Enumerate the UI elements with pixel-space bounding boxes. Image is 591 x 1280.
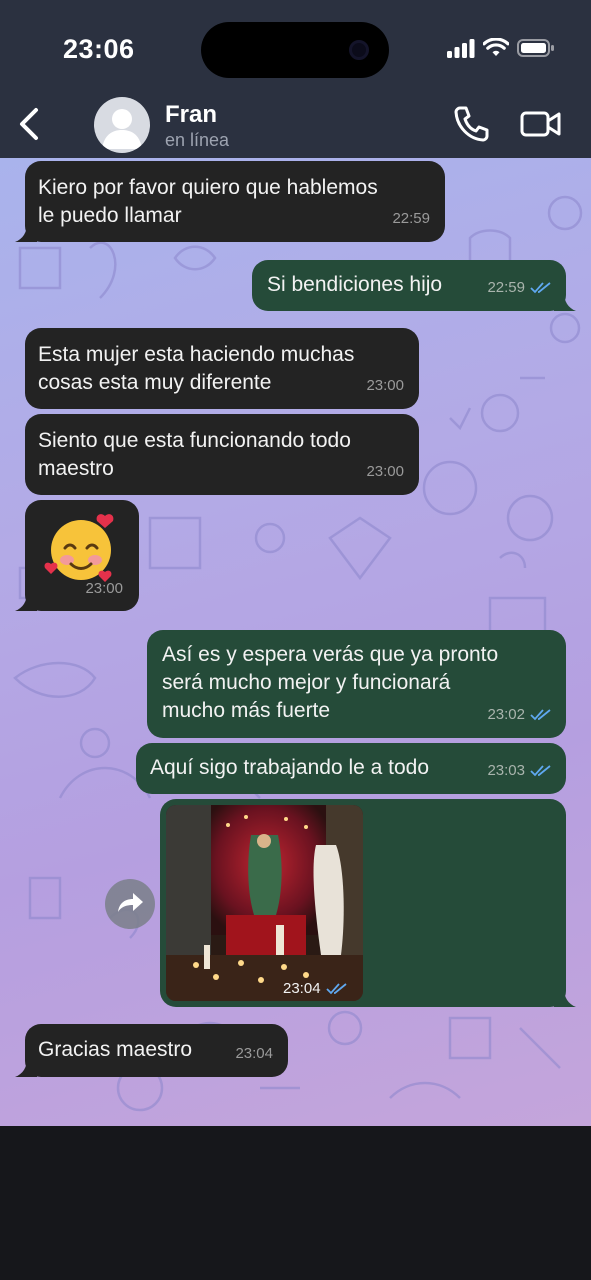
chat-header: 23:06 Fran en línea: [0, 0, 591, 158]
video-icon[interactable]: [519, 104, 563, 144]
chat-screen: 23:06 Fran en línea Kiero por favor quie…: [0, 0, 591, 1280]
message-time: 23:00: [366, 377, 404, 394]
message-text: Esta mujer esta haciendo muchas cosas es…: [38, 343, 355, 394]
message-time: 23:04: [235, 1045, 273, 1062]
back-icon[interactable]: [12, 104, 48, 144]
message-time: 23:03: [487, 762, 525, 779]
message-outgoing[interactable]: Así es y espera verás que ya pronto será…: [147, 630, 566, 738]
photo-thumbnail[interactable]: [166, 805, 363, 1001]
message-time: 23:00: [85, 580, 123, 597]
message-time: 23:02: [487, 706, 525, 723]
message-text: Kiero por favor quiero que hablemos le p…: [38, 176, 378, 227]
message-outgoing[interactable]: Aquí sigo trabajando le a todo 23:03: [136, 743, 566, 794]
message-composer: [0, 1126, 591, 1280]
message-incoming[interactable]: Esta mujer esta haciendo muchas cosas es…: [25, 328, 419, 409]
message-text: Aquí sigo trabajando le a todo: [150, 756, 430, 779]
message-time: 23:04: [283, 980, 321, 997]
message-text: Así es y espera verás que ya pronto será…: [162, 643, 499, 722]
message-incoming[interactable]: Kiero por favor quiero que hablemos le p…: [15, 161, 445, 242]
message-time: 22:59: [392, 210, 430, 227]
battery-icon: [517, 39, 554, 57]
phone-icon[interactable]: [453, 104, 489, 142]
message-text: Si bendiciones hijo: [267, 273, 443, 296]
status-icons: [447, 38, 555, 58]
read-ticks-icon: [530, 709, 551, 721]
dynamic-island: [201, 22, 389, 78]
message-outgoing[interactable]: Si bendiciones hijo 22:59: [252, 260, 576, 311]
wifi-icon: [483, 38, 509, 56]
signal-icon: [447, 39, 475, 58]
read-ticks-icon: [530, 765, 551, 777]
message-incoming[interactable]: Gracias maestro 23:04: [15, 1024, 288, 1077]
message-text: Gracias maestro: [38, 1038, 193, 1061]
read-ticks-icon: [325, 983, 347, 995]
contact-status: en línea: [165, 130, 230, 150]
message-time: 23:00: [366, 463, 404, 480]
contact-name[interactable]: Fran: [165, 101, 217, 129]
message-incoming-emoji[interactable]: 23:00: [15, 500, 139, 611]
read-ticks-icon: [530, 282, 551, 294]
status-time: 23:06: [63, 34, 135, 64]
message-time: 22:59: [487, 279, 525, 296]
message-incoming[interactable]: Siento que esta funcionando todo maestro…: [25, 414, 419, 495]
message-text: Siento que esta funcionando todo maestro: [38, 429, 351, 480]
forward-icon[interactable]: [105, 879, 155, 929]
avatar-icon[interactable]: [94, 97, 150, 153]
message-outgoing-photo[interactable]: 23:04: [160, 799, 576, 1007]
